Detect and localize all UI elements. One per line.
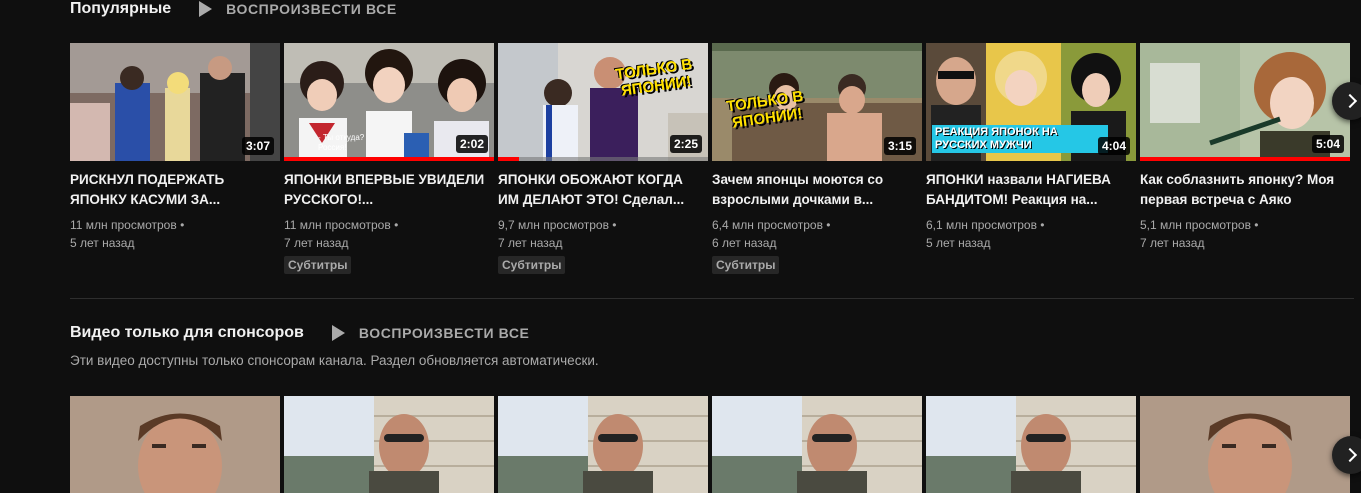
video-thumbnail[interactable]: 3:07 (70, 43, 280, 161)
video-age: 6 лет назад (712, 236, 777, 250)
video-age: 5 лет назад (70, 236, 135, 250)
video-thumbnail[interactable]: ТОЛЬКО В ЯПОНИИ! 3:15 (712, 43, 922, 161)
video-duration: 4:04 (1097, 137, 1130, 155)
video-title[interactable]: ЯПОНКИ назвали НАГИЕВА БАНДИТОМ! Реакция… (926, 170, 1136, 210)
video-meta: 11 млн просмотров • 5 лет назад (70, 216, 280, 252)
play-icon (331, 325, 345, 341)
video-duration: 2:02 (455, 135, 488, 153)
video-card[interactable]: ТОЛЬКО В ЯПОНИИ! 3:15 Зачем японцы моютс… (712, 43, 922, 274)
watch-progress-fill (284, 157, 494, 161)
video-card[interactable]: РЕАКЦИЯ ЯПОНОК НА РУССКИХ МУЖЧИ 4:04 ЯПО… (926, 43, 1136, 274)
sponsors-section-header: Видео только для спонсоров ВОСПРОИЗВЕСТИ… (70, 324, 529, 342)
popular-section-title: Популярные (70, 0, 172, 17)
video-views: 6,1 млн просмотров (926, 218, 1037, 232)
video-thumbnail[interactable]: РЕАКЦИЯ ЯПОНОК НА РУССКИХ МУЖЧИ 4:04 (926, 43, 1136, 161)
video-card[interactable] (712, 396, 922, 493)
video-views: 11 млн просмотров (70, 218, 177, 232)
section-divider (70, 298, 1354, 299)
thumbnail-overlay-banner: РЕАКЦИЯ ЯПОНОК НА РУССКИХ МУЖЧИ (932, 125, 1108, 153)
video-card[interactable] (498, 396, 708, 493)
thumbnail-image (926, 396, 1136, 493)
popular-play-all-label: ВОСПРОИЗВЕСТИ ВСЕ (226, 1, 397, 17)
popular-section-header: Популярные ВОСПРОИЗВЕСТИ ВСЕ (70, 0, 397, 18)
video-meta: 9,7 млн просмотров • 7 лет назад (498, 216, 708, 252)
video-meta: 5,1 млн просмотров • 7 лет назад (1140, 216, 1350, 252)
watch-progress-track (1140, 157, 1350, 161)
video-duration: 3:15 (883, 137, 916, 155)
thumbnail-image (712, 396, 922, 493)
video-card[interactable]: - Ты откуда? Россия! 2:02 ЯПОНКИ ВПЕРВЫЕ… (284, 43, 494, 274)
video-meta: 11 млн просмотров • 7 лет назад (284, 216, 494, 252)
video-views: 6,4 млн просмотров (712, 218, 823, 232)
chevron-right-icon (1342, 93, 1357, 109)
video-card[interactable]: ТОЛЬКО В ЯПОНИИ! 2:25 ЯПОНКИ ОБОЖАЮТ КОГ… (498, 43, 708, 274)
video-views: 9,7 млн просмотров (498, 218, 609, 232)
sponsors-video-row (70, 396, 1350, 493)
video-meta: 6,1 млн просмотров • 5 лет назад (926, 216, 1136, 252)
video-duration: 2:25 (669, 135, 702, 153)
video-title[interactable]: Как соблазнить японку? Моя первая встреч… (1140, 170, 1350, 210)
watch-progress-fill (1140, 157, 1350, 161)
video-card[interactable]: 5:04 Как соблазнить японку? Моя первая в… (1140, 43, 1350, 274)
video-age: 5 лет назад (926, 236, 991, 250)
video-thumbnail[interactable] (712, 396, 922, 493)
thumbnail-image (70, 396, 280, 493)
subtitles-badge: Субтитры (498, 256, 566, 274)
video-thumbnail[interactable] (498, 396, 708, 493)
video-thumbnail[interactable]: 5:04 (1140, 43, 1350, 161)
watch-progress-track (284, 157, 494, 161)
video-title[interactable]: РИСКНУЛ ПОДЕРЖАТЬ ЯПОНКУ КАСУМИ ЗА... (70, 170, 280, 210)
video-views: 5,1 млн просмотров (1140, 218, 1251, 232)
video-thumbnail[interactable] (70, 396, 280, 493)
sponsors-play-all-button[interactable]: ВОСПРОИЗВЕСТИ ВСЕ (331, 325, 530, 341)
video-views: 11 млн просмотров (284, 218, 391, 232)
video-card[interactable] (1140, 396, 1350, 493)
play-icon (199, 1, 213, 17)
video-age: 7 лет назад (498, 236, 563, 250)
video-thumbnail[interactable] (926, 396, 1136, 493)
video-duration: 3:07 (241, 137, 274, 155)
thumbnail-image (284, 396, 494, 493)
thumbnail-image (498, 396, 708, 493)
video-thumbnail[interactable] (284, 396, 494, 493)
chevron-right-icon (1342, 447, 1357, 463)
video-title[interactable]: Зачем японцы моются со взрослыми дочками… (712, 170, 922, 210)
video-card[interactable]: 3:07 РИСКНУЛ ПОДЕРЖАТЬ ЯПОНКУ КАСУМИ ЗА.… (70, 43, 280, 274)
video-card[interactable] (926, 396, 1136, 493)
video-title[interactable]: ЯПОНКИ ВПЕРВЫЕ УВИДЕЛИ РУССКОГО!... (284, 170, 494, 210)
popular-play-all-button[interactable]: ВОСПРОИЗВЕСТИ ВСЕ (199, 1, 397, 17)
thumbnail-subtitle-text: - Ты откуда? Россия! (318, 133, 365, 152)
video-title[interactable]: ЯПОНКИ ОБОЖАЮТ КОГДА ИМ ДЕЛАЮТ ЭТО! Сдел… (498, 170, 708, 210)
popular-video-row: 3:07 РИСКНУЛ ПОДЕРЖАТЬ ЯПОНКУ КАСУМИ ЗА.… (70, 43, 1350, 274)
video-age: 7 лет назад (284, 236, 349, 250)
video-thumbnail[interactable] (1140, 396, 1350, 493)
video-card[interactable] (70, 396, 280, 493)
video-thumbnail[interactable]: ТОЛЬКО В ЯПОНИИ! 2:25 (498, 43, 708, 161)
video-meta: 6,4 млн просмотров • 6 лет назад (712, 216, 922, 252)
video-thumbnail[interactable]: - Ты откуда? Россия! 2:02 (284, 43, 494, 161)
watch-progress-fill (498, 157, 519, 161)
thumbnail-image (1140, 396, 1350, 493)
video-card[interactable] (284, 396, 494, 493)
subtitles-badge: Субтитры (712, 256, 780, 274)
sponsors-section-title: Видео только для спонсоров (70, 324, 304, 341)
watch-progress-track (498, 157, 708, 161)
sponsors-description: Эти видео доступны только спонсорам кана… (70, 353, 599, 368)
video-duration: 5:04 (1311, 135, 1344, 153)
subtitles-badge: Субтитры (284, 256, 352, 274)
video-age: 7 лет назад (1140, 236, 1205, 250)
sponsors-play-all-label: ВОСПРОИЗВЕСТИ ВСЕ (358, 325, 530, 341)
